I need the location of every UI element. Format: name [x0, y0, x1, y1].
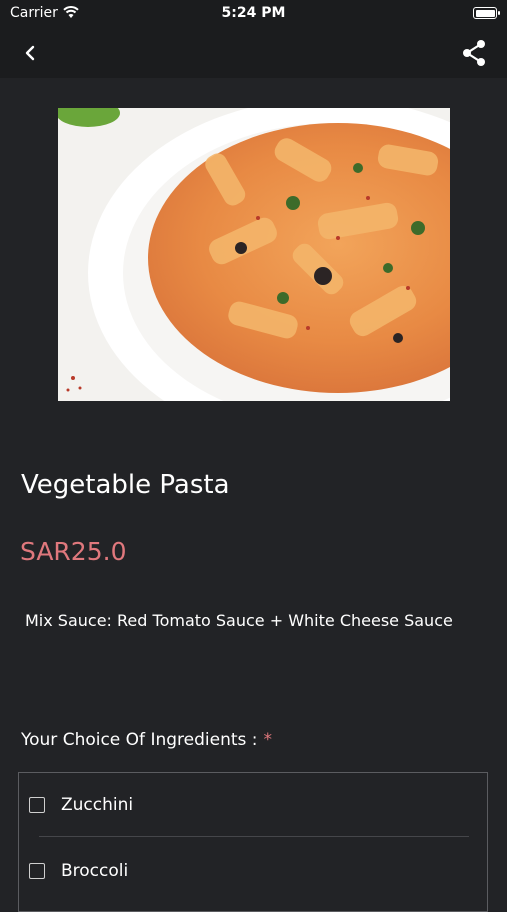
checkbox[interactable]: [29, 863, 45, 879]
share-icon[interactable]: [461, 39, 487, 67]
ingredient-label: Broccoli: [61, 861, 129, 881]
product-price: SAR25.0: [20, 537, 127, 566]
product-image: [58, 108, 450, 401]
divider: [39, 836, 469, 837]
ingredients-heading: Your Choice Of Ingredients : *: [21, 730, 272, 750]
chevron-left-icon[interactable]: [18, 40, 44, 66]
checkbox[interactable]: [29, 797, 45, 813]
required-marker: *: [263, 730, 273, 750]
product-description: Mix Sauce: Red Tomato Sauce + White Chee…: [25, 611, 453, 630]
nav-bar: [0, 28, 507, 78]
clock: 5:24 PM: [221, 5, 286, 21]
ingredients-label: Your Choice Of Ingredients :: [21, 730, 258, 750]
product-title: Vegetable Pasta: [21, 470, 230, 500]
ingredient-option-zucchini[interactable]: Zucchini: [29, 785, 469, 825]
ingredient-label: Zucchini: [61, 795, 134, 815]
ingredients-list: Zucchini Broccoli: [18, 772, 488, 912]
battery-icon: [473, 7, 500, 19]
ingredient-option-broccoli[interactable]: Broccoli: [29, 851, 469, 891]
status-bar: Carrier 5:24 PM: [0, 0, 507, 28]
